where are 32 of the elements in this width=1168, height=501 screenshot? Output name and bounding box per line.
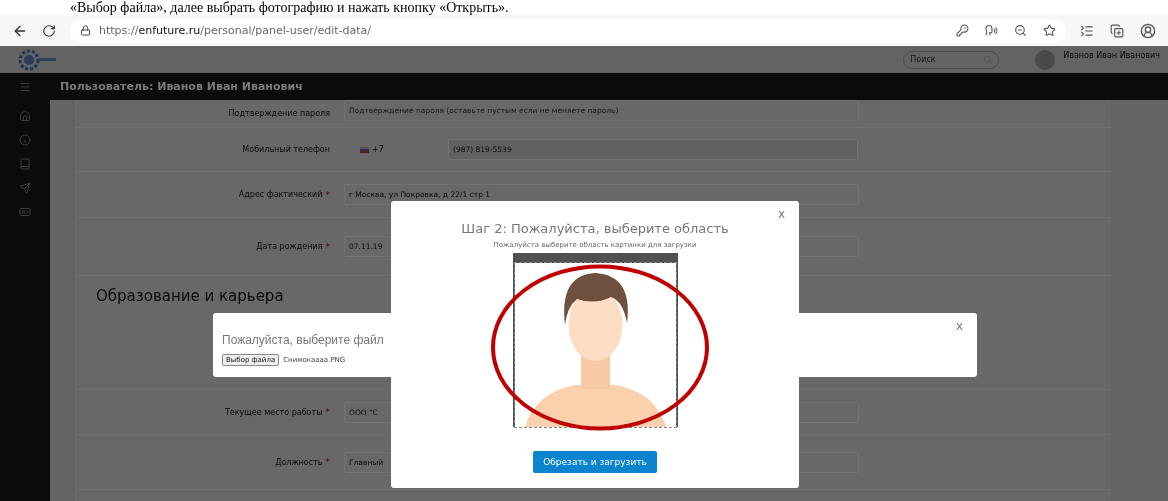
close-button[interactable]: x xyxy=(955,319,963,333)
zoom-out-icon[interactable] xyxy=(1014,24,1027,37)
country-code[interactable]: +7 xyxy=(372,145,448,154)
close-button[interactable]: x xyxy=(777,207,785,221)
profile-icon[interactable] xyxy=(1140,22,1156,39)
section-heading: Образование и карьера xyxy=(96,287,284,305)
collections-icon[interactable] xyxy=(1110,23,1124,38)
required-mark: * xyxy=(325,407,330,417)
required-mark: * xyxy=(325,241,330,252)
field-label: Мобильный телефон xyxy=(242,145,330,154)
star-icon[interactable] xyxy=(1043,24,1056,37)
lock-icon xyxy=(80,25,91,36)
dialog-title: Шаг 2: Пожалуйста, выберите область xyxy=(461,221,729,236)
read-aloud-icon[interactable] xyxy=(985,24,998,37)
crop-upload-button[interactable]: Обрезать и загрузить xyxy=(533,451,657,473)
field-label: Дата рождения xyxy=(256,242,323,251)
field-label: Подтверждение пароля xyxy=(228,109,330,118)
field-label: Адрес фактический xyxy=(238,190,323,199)
dialog-title: Пожалуйста, выберите файл xyxy=(222,333,384,347)
user-name: Иванов Иван Иванович xyxy=(1063,51,1160,60)
instruction-text: «Выбор файла», далее выбрать фотографию и нажать кнопку «Открыть». xyxy=(69,0,510,15)
flag-icon xyxy=(360,146,369,153)
address-bar[interactable]: https://enfuture.ru/personal/panel-user/edit-data/ xyxy=(70,18,1066,43)
required-mark: * xyxy=(325,189,330,200)
page-title: Пользователь: Иванов Иван Иванович xyxy=(60,80,303,93)
field-label: Должность xyxy=(275,457,323,467)
required-mark: * xyxy=(325,457,330,467)
url-text: https://enfuture.ru/personal/panel-user/edit-data/ xyxy=(99,24,372,37)
favorites-icon[interactable] xyxy=(1080,23,1094,38)
field-label: Текущее место работы xyxy=(224,407,323,417)
key-icon[interactable] xyxy=(956,24,969,37)
reload-icon[interactable] xyxy=(42,23,56,38)
